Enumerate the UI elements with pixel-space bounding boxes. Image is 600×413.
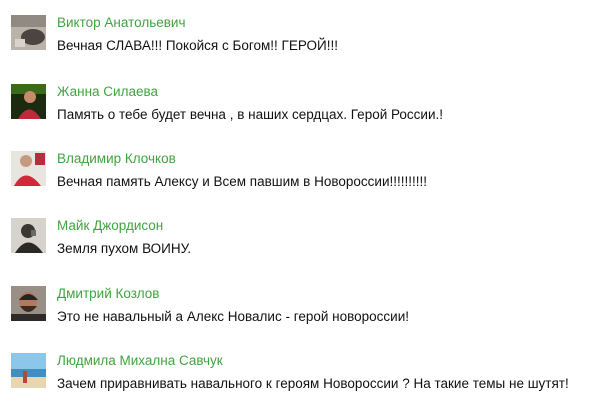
avatar[interactable] [11, 151, 46, 186]
comment-author-link[interactable]: Жанна Силаева [57, 84, 158, 100]
comment-item: Людмила Михална Савчук Зачем приравниват… [0, 353, 600, 413]
user-avatar-icon [11, 218, 46, 253]
avatar[interactable] [11, 218, 46, 253]
comment-text: Земля пухом ВОИНУ. [57, 241, 192, 256]
comment-author-link[interactable]: Виктор Анатольевич [57, 15, 185, 31]
comment-item: Майк Джордисон Земля пухом ВОИНУ. [0, 218, 600, 278]
avatar[interactable] [11, 15, 46, 50]
comment-item: Дмитрий Козлов Это не навальный а Алекс … [0, 286, 600, 346]
comments-list: Виктор Анатольевич Вечная СЛАВА!!! Покой… [0, 0, 600, 407]
comment-item: Виктор Анатольевич Вечная СЛАВА!!! Покой… [0, 15, 600, 75]
comment-item: Жанна Силаева Память о тебе будет вечна … [0, 84, 600, 144]
user-avatar-icon [11, 15, 46, 50]
comment-author-link[interactable]: Владимир Клочков [57, 151, 176, 167]
comment-text: Вечная СЛАВА!!! Покойся с Богом!! ГЕРОЙ!… [57, 38, 338, 53]
comment-text: Вечная память Алексу и Всем павшим в Нов… [57, 174, 427, 189]
comment-author-link[interactable]: Людмила Михална Савчук [57, 353, 223, 369]
comment-author-link[interactable]: Дмитрий Козлов [57, 286, 159, 302]
avatar[interactable] [11, 286, 46, 321]
avatar[interactable] [11, 353, 46, 388]
user-avatar-icon [11, 286, 46, 321]
user-avatar-icon [11, 353, 46, 388]
user-avatar-icon [11, 151, 46, 186]
comment-text: Память о тебе будет вечна , в наших серд… [57, 107, 444, 122]
comment-text: Зачем приравнивать навального к героям Н… [57, 376, 569, 391]
comment-author-link[interactable]: Майк Джордисон [57, 218, 163, 234]
comment-text: Это не навальный а Алекс Новалис - герой… [57, 309, 410, 324]
avatar[interactable] [11, 84, 46, 119]
user-avatar-icon [11, 84, 46, 119]
comment-item: Владимир Клочков Вечная память Алексу и … [0, 151, 600, 211]
